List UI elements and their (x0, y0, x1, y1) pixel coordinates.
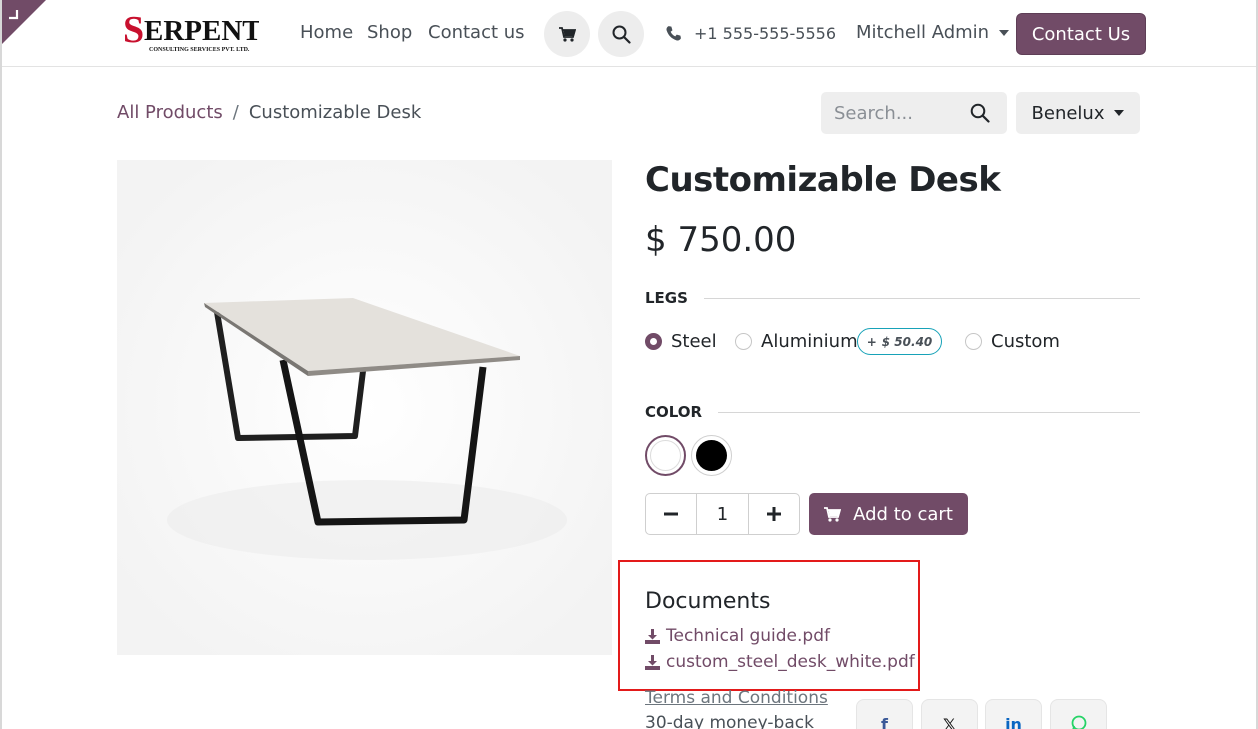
add-to-cart-label: Add to cart (853, 503, 953, 525)
share-linkedin-button[interactable]: in (985, 699, 1042, 729)
product-title: Customizable Desk (645, 160, 1001, 200)
quantity-stepper (645, 493, 800, 535)
radio-custom[interactable] (965, 333, 982, 350)
svg-text:ERPENT: ERPENT (144, 15, 259, 47)
color-swatch-black[interactable] (691, 435, 732, 476)
document-name: custom_steel_desk_white.pdf (666, 652, 915, 672)
radio-steel[interactable] (645, 333, 662, 350)
extra-price-value: $ 50.40 (881, 334, 933, 349)
divider (718, 411, 1140, 413)
document-link-technical-guide[interactable]: Technical guide.pdf (645, 626, 830, 646)
legs-attribute-header: LEGS (645, 289, 1140, 307)
divider (703, 297, 1140, 299)
nav-home[interactable]: Home (300, 22, 353, 43)
linkedin-icon: in (1005, 715, 1022, 729)
contact-us-button[interactable]: Contact Us (1016, 13, 1146, 55)
pricelist-selected: Benelux (1031, 102, 1105, 124)
extra-price-badge: + $ 50.40 (857, 328, 942, 355)
breadcrumb: All Products / Customizable Desk (117, 102, 421, 123)
nav-contact-us[interactable]: Contact us (428, 22, 525, 43)
option-aluminium-label[interactable]: Aluminium (761, 331, 858, 352)
facebook-icon: f (881, 715, 888, 729)
product-price: $ 750.00 (645, 220, 797, 260)
color-swatch-white[interactable] (645, 435, 686, 476)
product-image[interactable] (117, 160, 612, 655)
phone-icon (666, 26, 681, 41)
quantity-input[interactable] (696, 494, 749, 534)
search-icon (612, 25, 631, 44)
chevron-down-icon (1114, 110, 1125, 116)
extra-price-sign: + (866, 334, 877, 349)
money-back-guarantee: 30-day money-back (645, 713, 814, 729)
product-search (821, 92, 1007, 134)
option-steel-label[interactable]: Steel (671, 331, 717, 352)
company-logo[interactable]: S ERPENT CONSULTING SERVICES PVT. LTD. (123, 13, 259, 55)
download-icon (645, 628, 660, 644)
breadcrumb-separator: / (232, 102, 239, 123)
svg-text:CONSULTING SERVICES PVT. LTD.: CONSULTING SERVICES PVT. LTD. (149, 47, 250, 53)
terms-and-conditions-link[interactable]: Terms and Conditions (645, 688, 828, 708)
pricelist-dropdown[interactable]: Benelux (1016, 92, 1140, 134)
breadcrumb-all-products[interactable]: All Products (117, 102, 223, 123)
documents-title: Documents (645, 589, 771, 614)
legs-label: LEGS (645, 289, 688, 307)
cart-icon (558, 26, 576, 42)
whatsapp-icon (1071, 715, 1086, 729)
download-icon (645, 654, 660, 670)
add-to-cart-button[interactable]: Add to cart (809, 493, 968, 535)
x-icon: 𝕏 (943, 715, 956, 729)
user-name: Mitchell Admin (856, 22, 990, 43)
black-swatch-fill (696, 440, 727, 471)
radio-aluminium[interactable] (735, 333, 752, 350)
chevron-down-icon (999, 29, 1010, 36)
svg-text:S: S (123, 13, 144, 51)
color-label: COLOR (645, 403, 703, 421)
user-menu[interactable]: Mitchell Admin (856, 22, 1010, 43)
document-link-custom-steel-desk[interactable]: custom_steel_desk_white.pdf (645, 652, 915, 672)
white-swatch-fill (650, 440, 681, 471)
quantity-decrease-button[interactable] (646, 494, 696, 534)
phone-number[interactable]: +1 555-555-5556 (694, 24, 836, 43)
minus-icon (664, 512, 678, 516)
search-input[interactable] (834, 102, 964, 124)
top-navbar: S ERPENT CONSULTING SERVICES PVT. LTD. H… (0, 0, 1258, 67)
cart-icon (824, 506, 842, 522)
search-button[interactable] (598, 11, 644, 57)
color-attribute-header: COLOR (645, 403, 1140, 421)
option-custom-label[interactable]: Custom (991, 331, 1060, 352)
plus-icon (767, 507, 781, 521)
breadcrumb-current: Customizable Desk (248, 102, 422, 123)
search-icon[interactable] (970, 103, 990, 123)
document-name: Technical guide.pdf (666, 626, 830, 646)
cart-button[interactable] (544, 11, 590, 57)
quantity-increase-button[interactable] (749, 494, 799, 534)
share-x-button[interactable]: 𝕏 (921, 699, 978, 729)
share-whatsapp-button[interactable] (1050, 699, 1107, 729)
share-facebook-button[interactable]: f (856, 699, 913, 729)
nav-shop[interactable]: Shop (367, 22, 412, 43)
